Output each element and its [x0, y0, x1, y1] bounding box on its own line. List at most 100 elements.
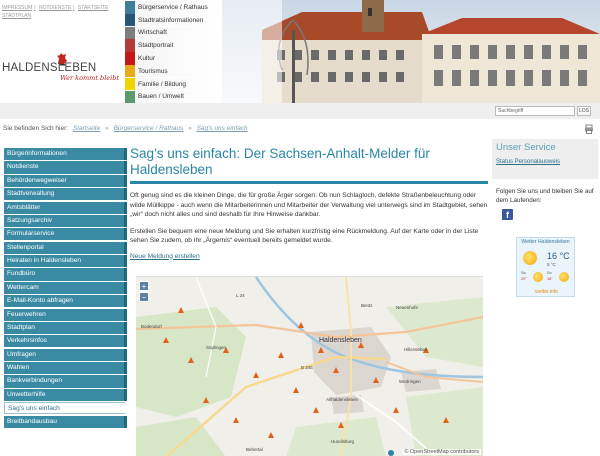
search-input[interactable]: Suchbegriff — [495, 106, 575, 116]
sidebar-item[interactable]: Amtsblätter — [4, 201, 127, 214]
startseite-link[interactable]: STARTSEITE — [78, 5, 108, 11]
sun-icon — [559, 272, 569, 282]
category-swatch — [125, 90, 135, 104]
follow-box: Folgen Sie uns und bleiben Sie auf dem L… — [492, 185, 598, 223]
map-label: Hillersleben — [404, 347, 428, 352]
category-label: Bürgerservice / Rathaus — [138, 3, 208, 11]
page-title: Sag’s uns einfach: Der Sachsen-Anhalt-Me… — [130, 146, 488, 184]
map-label: Bentz — [361, 303, 373, 308]
weather-day-high: 18° — [547, 277, 553, 281]
sidebar-item[interactable]: Stadtverwaltung — [4, 188, 127, 201]
map-label: Süplingen — [206, 345, 227, 350]
category-item[interactable]: Tourismus — [125, 64, 221, 78]
sidebar-item[interactable]: Breitbandausbau — [4, 415, 127, 428]
breadcrumb-current[interactable]: Sag's uns einfach — [197, 125, 248, 132]
category-label: Stadtportrait — [138, 42, 174, 50]
sidebar-item[interactable]: Notdienste — [4, 161, 127, 174]
map-label: Hundisburg — [331, 439, 355, 444]
breadcrumb-home[interactable]: Startseite — [73, 125, 100, 132]
category-item[interactable]: Kultur — [125, 52, 221, 65]
category-item[interactable]: Bürgerservice / Rathaus — [125, 1, 221, 14]
weather-day-high: 20° — [521, 277, 527, 281]
notdienste-link[interactable]: NOTDIENSTE — [39, 5, 71, 11]
sidebar-item[interactable]: Stellenportal — [4, 241, 127, 254]
category-nav: Bürgerservice / Rathaus Stadtratsinformat… — [125, 1, 221, 104]
zoom-out-button[interactable]: − — [139, 292, 149, 302]
category-swatch — [125, 77, 135, 91]
category-swatch — [125, 13, 135, 27]
breadcrumb-separator: » — [105, 125, 109, 132]
map-label: Haldensleben — [319, 337, 362, 344]
category-label: Wirtschaft — [138, 29, 167, 37]
logo-tagline: Wer kommt bleibt — [60, 74, 119, 82]
header-photo — [222, 0, 600, 103]
sidebar-item[interactable]: Stadtplan — [4, 321, 127, 335]
category-item[interactable]: Familie / Bildung — [125, 77, 221, 91]
breadcrumb-prefix: Sie befinden Sich hier: — [3, 125, 69, 132]
follow-text: Folgen Sie uns und bleiben Sie auf dem L… — [496, 188, 594, 204]
category-swatch — [125, 26, 135, 40]
sidebar-item[interactable]: Feuerwehren — [4, 308, 127, 321]
weather-widget[interactable]: Wetter Haldensleben 16 °C 5 °C Sa 20° So… — [516, 237, 575, 297]
category-swatch — [125, 64, 135, 78]
sidebar-item[interactable]: Wettercam — [4, 281, 127, 294]
category-swatch — [125, 1, 135, 14]
sun-icon — [533, 272, 543, 282]
sidebar-item[interactable]: Satzungsarchiv — [4, 214, 127, 228]
new-report-link[interactable]: Neue Meldung erstellen — [130, 253, 200, 260]
category-label: Bauen / Umwelt — [138, 93, 184, 101]
category-label: Familie / Bildung — [138, 80, 187, 88]
sidebar-item[interactable]: Behördenwegweiser — [4, 174, 127, 187]
sidebar-item[interactable]: Bankverbindungen — [4, 375, 127, 388]
print-icon[interactable] — [584, 124, 594, 134]
sidebar-item[interactable]: Wahlen — [4, 362, 127, 375]
map-label: Bebertal — [246, 447, 263, 452]
sidebar-item[interactable]: Fundbüro — [4, 268, 127, 281]
stadtplan-link[interactable]: STADTPLAN — [2, 13, 31, 19]
weather-day-label: Sa — [521, 271, 526, 275]
facebook-icon[interactable]: f — [502, 209, 513, 220]
weather-title: Wetter Haldensleben — [521, 239, 570, 245]
breadcrumb: Sie befinden Sich hier: Startseite » Bür… — [3, 125, 248, 132]
category-item[interactable]: Stadtportrait — [125, 39, 221, 52]
category-item[interactable]: Bauen / Umwelt — [125, 90, 221, 104]
status-personalausweis-link[interactable]: Status Personalausweis — [496, 159, 594, 165]
site-logo[interactable]: HALDENSLEBEN Wer kommt bleibt — [2, 52, 120, 82]
sidebar-item[interactable]: Sag's uns einfach — [4, 402, 127, 415]
impressum-link[interactable]: IMPRESSUM — [2, 5, 32, 11]
sidebar-nav: Bürgerinformationen Notdienste Behördenweg… — [4, 148, 127, 429]
zoom-control: + − — [139, 281, 149, 303]
logo-wordmark: HALDENSLEBEN — [2, 62, 97, 74]
breadcrumb-separator: » — [188, 125, 192, 132]
sidebar-item[interactable]: Formularservice — [4, 228, 127, 241]
search-button[interactable]: LOS — [577, 106, 591, 116]
category-label: Stadtratsinformationen — [138, 16, 204, 24]
sidebar-item[interactable]: Verkehrsinfos — [4, 335, 127, 348]
sidebar-item[interactable]: Heiraten in Haldensleben — [4, 255, 127, 268]
map-label: L 24 — [236, 293, 245, 298]
zoom-in-button[interactable]: + — [139, 281, 149, 291]
map-label: Bodendorf — [141, 324, 162, 329]
report-map[interactable]: L 24 Bentz Neuenhofe Bodendorf Süplingen… — [136, 276, 483, 456]
category-label: Kultur — [138, 54, 155, 62]
weather-low: 5 °C — [547, 262, 556, 267]
weather-temperature: 16 °C — [547, 251, 570, 261]
sun-icon — [523, 251, 537, 265]
category-item[interactable]: Wirtschaft — [125, 26, 221, 40]
category-label: Tourismus — [138, 67, 168, 75]
sidebar-item[interactable]: Umfragen — [4, 348, 127, 361]
map-label: Althaldensleben — [326, 397, 359, 402]
sidebar-item[interactable]: E-Mail-Konto abfragen — [4, 295, 127, 308]
category-swatch — [125, 39, 135, 52]
map-label: B 245 — [301, 365, 313, 370]
main-content: Sag’s uns einfach: Der Sachsen-Anhalt-Me… — [130, 146, 488, 260]
service-box: Unser Service Status Personalausweis — [492, 139, 598, 179]
map-attribution[interactable]: © OpenStreetMap contributors — [402, 449, 481, 455]
category-swatch — [125, 52, 135, 65]
site-header: IMPRESSUM | NOTDIENSTE | STARTSEITE STADTP… — [0, 0, 600, 104]
breadcrumb-buergerservice[interactable]: Bürgerservice / Rathaus — [114, 125, 184, 132]
sidebar-item[interactable]: Bürgerinformationen — [4, 148, 127, 161]
instructions-paragraph: Erstellen Sie bequem eine neue Meldung u… — [130, 227, 479, 245]
category-item[interactable]: Stadtratsinformationen — [125, 13, 221, 27]
sidebar-item[interactable]: Unwetterhilfe — [4, 388, 127, 401]
